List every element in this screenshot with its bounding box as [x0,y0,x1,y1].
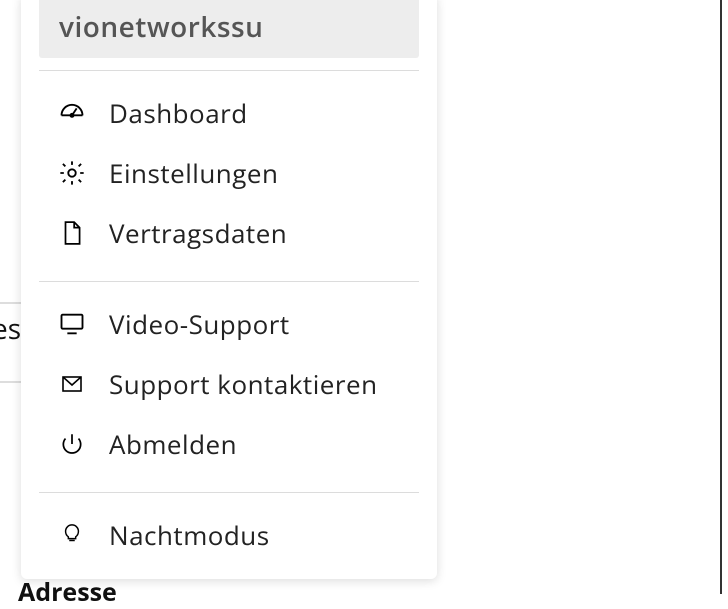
menu-label: Support kontaktieren [109,366,378,402]
menu-label: Nachtmodus [109,517,270,553]
menu-group: Video-Support Support kontaktieren Abmel… [21,288,437,480]
background-divider [0,302,22,304]
gear-icon [57,158,87,188]
menu-label: Vertragsdaten [109,215,287,251]
dashboard-icon [57,98,87,128]
menu-item-contract[interactable]: Vertragsdaten [21,203,437,263]
menu-label: Dashboard [109,95,248,131]
background-divider [0,381,22,383]
scrollbar-edge[interactable] [720,0,728,594]
menu-divider [39,70,419,71]
menu-divider [39,281,419,282]
menu-item-dashboard[interactable]: Dashboard [21,83,437,143]
menu-group: Nachtmodus [21,499,437,571]
menu-item-video-support[interactable]: Video-Support [21,294,437,354]
document-icon [57,218,87,248]
menu-label: Abmelden [109,426,237,462]
background-heading-fragment: Adresse [18,575,117,609]
user-name-box[interactable]: vionetworkssu [39,0,419,58]
menu-item-logout[interactable]: Abmelden [21,414,437,474]
menu-group: Dashboard Einstellungen Vertragsdaten [21,77,437,269]
menu-item-settings[interactable]: Einstellungen [21,143,437,203]
monitor-icon [57,309,87,339]
menu-divider [39,492,419,493]
user-name-text: vionetworkssu [59,8,263,46]
user-menu-panel: vionetworkssu Dashboard Einstell [21,0,437,579]
mail-icon [57,369,87,399]
menu-item-contact-support[interactable]: Support kontaktieren [21,354,437,414]
power-icon [57,429,87,459]
menu-label: Einstellungen [109,155,278,191]
menu-item-night-mode[interactable]: Nachtmodus [21,505,437,565]
menu-label: Video-Support [109,306,290,342]
lightbulb-icon [57,520,87,550]
background-text-fragment: es [0,310,21,348]
